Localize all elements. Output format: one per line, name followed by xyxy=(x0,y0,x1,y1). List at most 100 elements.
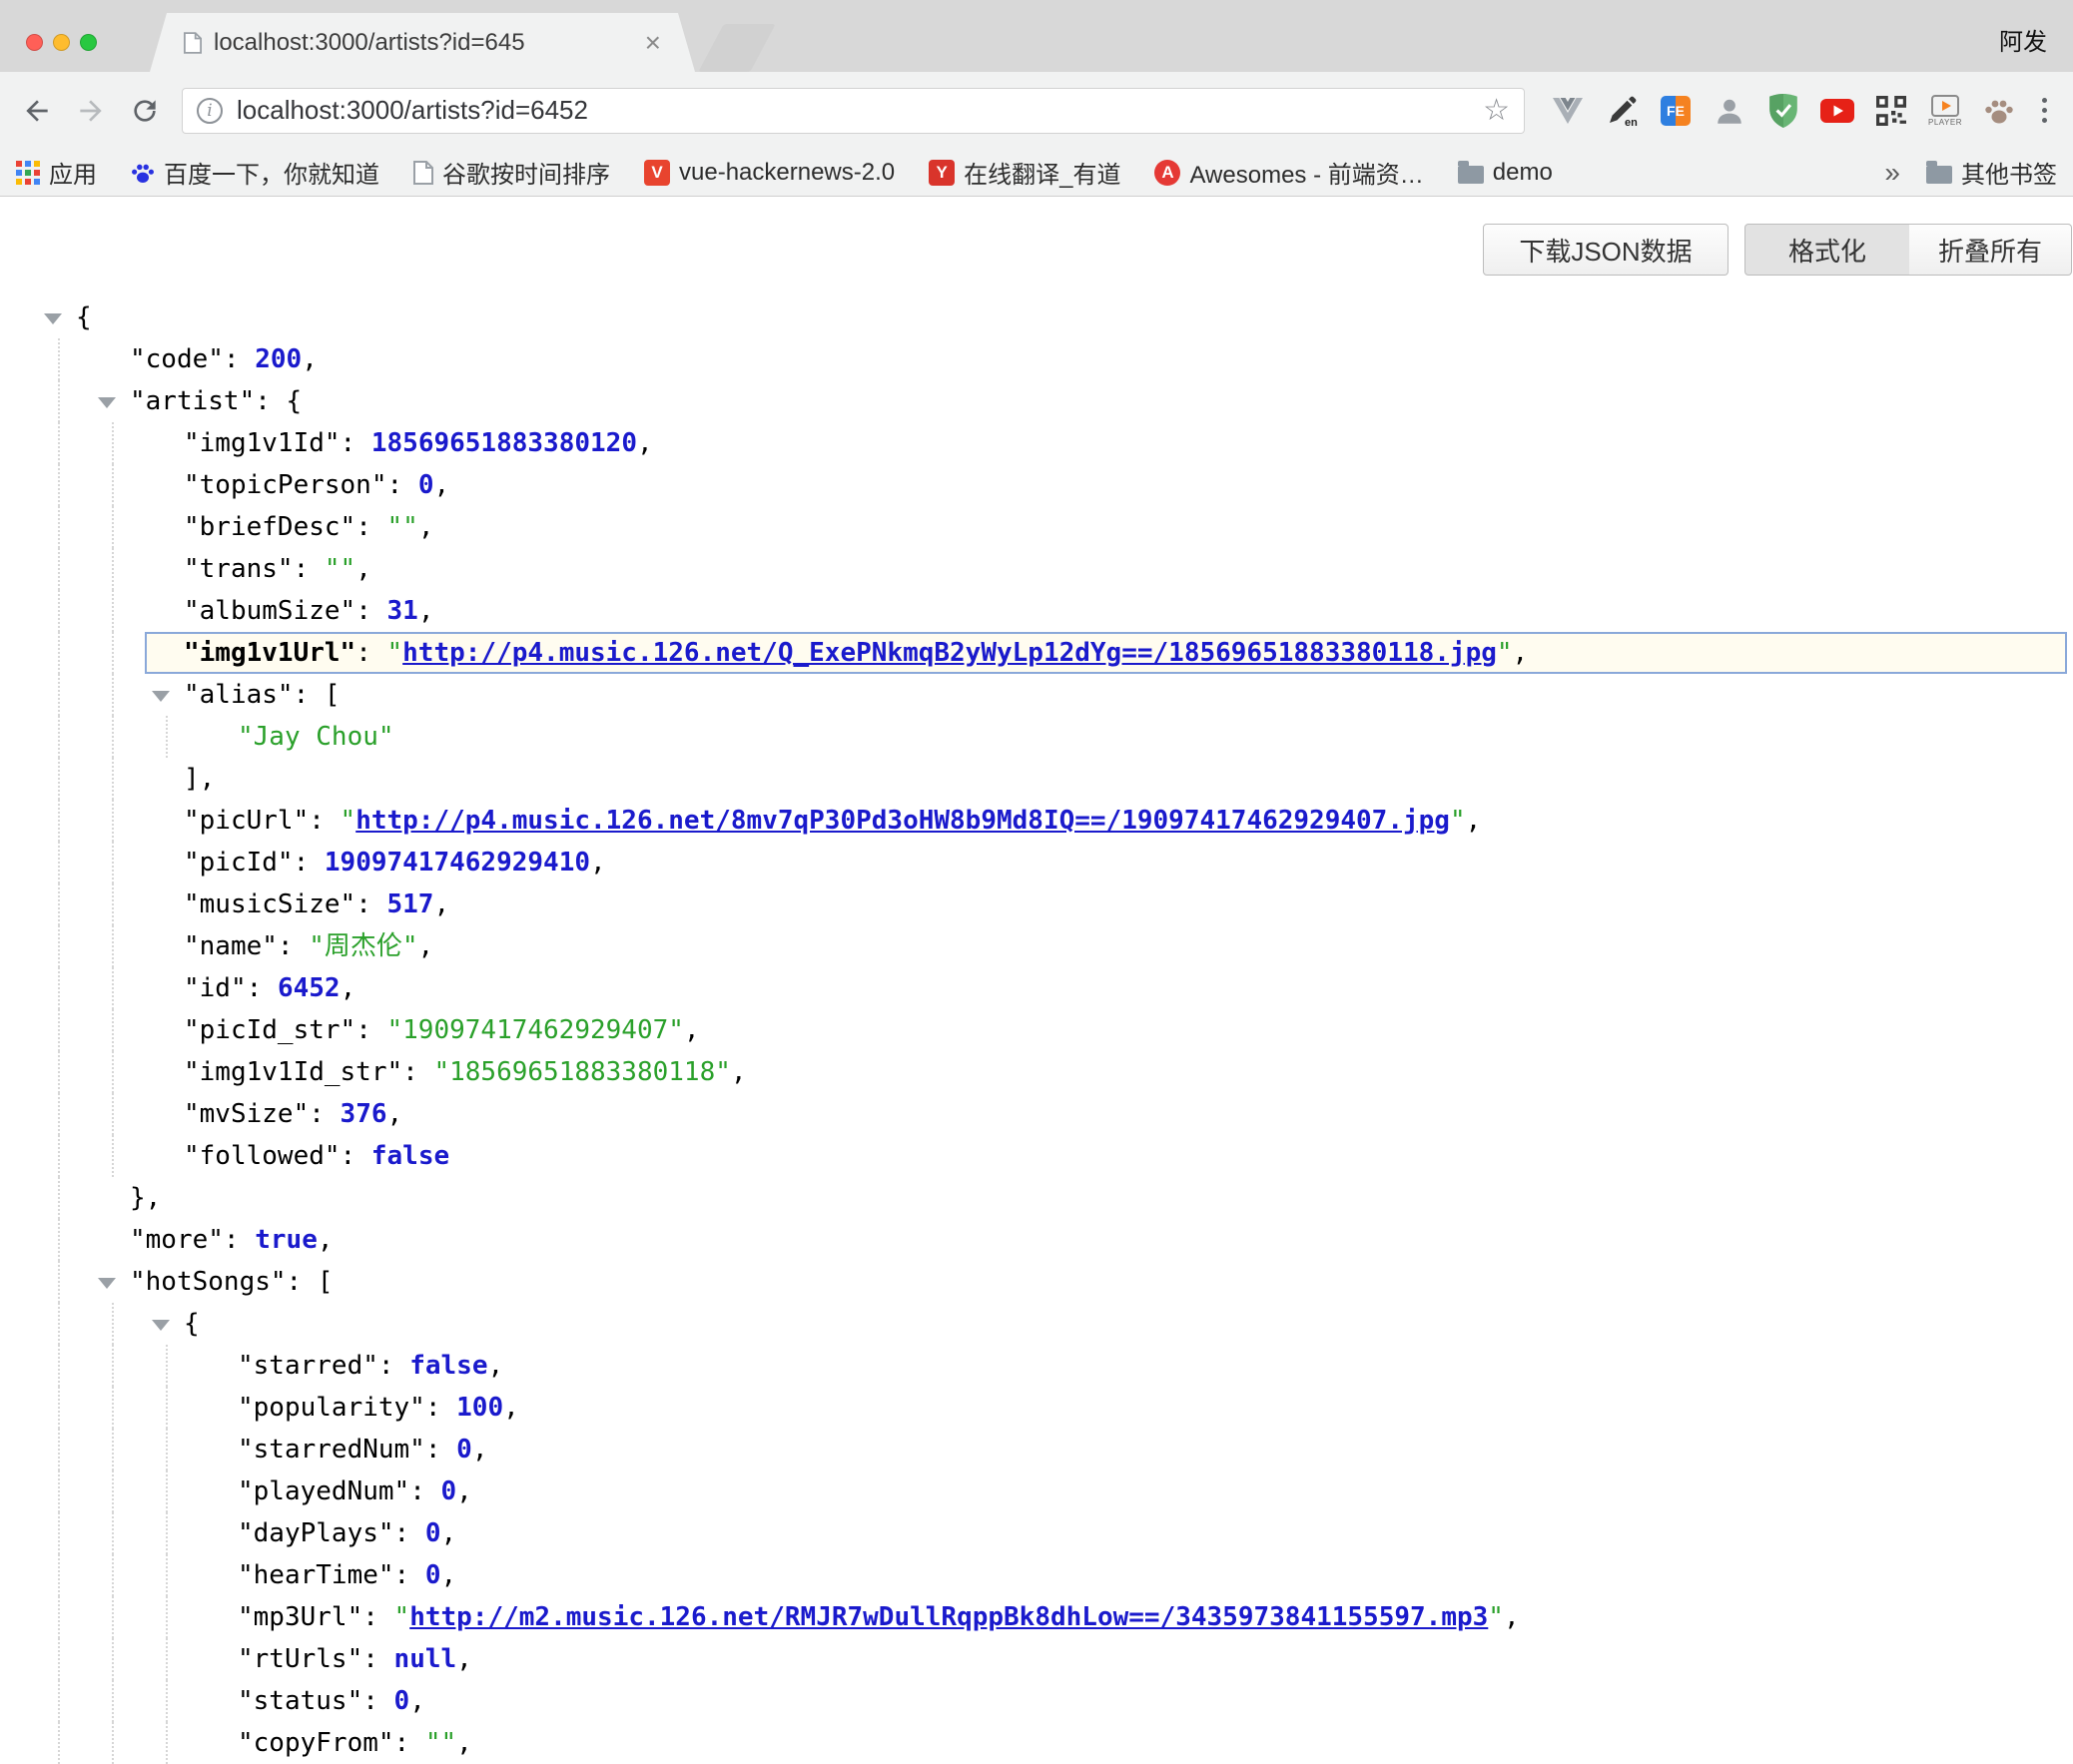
other-bookmarks-folder[interactable]: 其他书签 xyxy=(1926,155,2057,190)
bookmark-label: vue-hackernews-2.0 xyxy=(679,159,895,187)
translate-extension-icon[interactable]: en xyxy=(1603,91,1641,131)
collapse-arrow-icon[interactable] xyxy=(98,1278,116,1289)
bookmark-star-icon[interactable]: ☆ xyxy=(1483,96,1510,126)
reload-button[interactable] xyxy=(122,88,168,134)
json-token-key: "trans" xyxy=(184,554,294,584)
tree-guide-line xyxy=(112,716,114,758)
tab-close-icon[interactable]: × xyxy=(645,29,661,57)
json-token-p: , xyxy=(341,973,356,1003)
adguard-extension-icon[interactable] xyxy=(1764,91,1802,131)
tree-guide-line xyxy=(58,716,60,758)
json-token-str: " xyxy=(1488,1602,1504,1632)
collapse-arrow-icon[interactable] xyxy=(44,313,62,324)
json-token-p: : xyxy=(309,1099,340,1129)
json-line: "hotSongs": [ xyxy=(0,1261,2073,1303)
json-token-key: "dayPlays" xyxy=(238,1518,394,1548)
bookmark-item-baidu[interactable]: 百度一下，你就知道 xyxy=(131,155,379,190)
page-info-icon[interactable]: i xyxy=(197,98,223,124)
bookmark-label: Awesomes - 前端资… xyxy=(1189,155,1423,190)
bookmark-label: 应用 xyxy=(49,155,97,190)
paw-extension-icon[interactable] xyxy=(1980,91,2018,131)
json-token-str: "19097417462929407" xyxy=(387,1015,684,1045)
json-token-num: 376 xyxy=(341,1099,387,1129)
bookmark-label: 谷歌按时间排序 xyxy=(442,155,610,190)
json-token-num: 0 xyxy=(441,1476,457,1506)
json-token-str: "" xyxy=(387,512,418,542)
bookmark-item-demo[interactable]: demo xyxy=(1458,159,1553,187)
player-extension-icon[interactable]: PLAYER xyxy=(1926,91,1964,131)
url-text[interactable]: localhost:3000/artists?id=6452 xyxy=(237,95,1483,126)
tree-guide-line xyxy=(166,1512,168,1554)
bookmark-item-vue-hackernews[interactable]: V vue-hackernews-2.0 xyxy=(644,159,895,187)
format-button[interactable]: 格式化 xyxy=(1744,224,1910,276)
browser-menu-icon[interactable] xyxy=(2034,98,2055,123)
json-token-str: "" xyxy=(425,1728,456,1758)
collapse-arrow-icon[interactable] xyxy=(98,397,116,408)
json-token-p: : xyxy=(394,1518,425,1548)
json-token-p: , xyxy=(1513,638,1529,668)
tree-guide-line xyxy=(166,1638,168,1680)
tree-guide-line xyxy=(58,1429,60,1470)
tree-guide-line xyxy=(58,506,60,548)
json-token-key: "briefDesc" xyxy=(184,512,355,542)
tab-title: localhost:3000/artists?id=645 xyxy=(214,29,633,57)
download-json-button[interactable]: 下载JSON数据 xyxy=(1483,224,1728,276)
fehelper-extension-icon[interactable]: FE xyxy=(1657,91,1695,131)
tree-guide-line xyxy=(58,380,60,422)
json-url-link[interactable]: http://m2.music.126.net/RMJR7wDullRqppBk… xyxy=(409,1602,1488,1632)
json-token-p: , xyxy=(731,1057,747,1087)
tree-guide-line xyxy=(112,1135,114,1177)
tree-guide-line xyxy=(112,925,114,967)
qrcode-extension-icon[interactable] xyxy=(1872,91,1910,131)
forward-button[interactable] xyxy=(68,88,114,134)
json-token-bool: true xyxy=(255,1225,318,1255)
collapse-arrow-icon[interactable] xyxy=(152,1320,170,1331)
json-line: "id": 6452, xyxy=(0,967,2073,1009)
bookmark-item-awesomes[interactable]: A Awesomes - 前端资… xyxy=(1154,155,1423,190)
json-token-p: : xyxy=(355,638,386,668)
tree-guide-line xyxy=(58,1554,60,1596)
json-line: "artist": { xyxy=(0,380,2073,422)
json-token-p: : xyxy=(362,1644,393,1674)
tree-guide-line xyxy=(166,1429,168,1470)
json-line: "starredNum": 0, xyxy=(0,1429,2073,1470)
new-tab-button[interactable] xyxy=(698,24,776,72)
zoom-window-button[interactable] xyxy=(80,34,97,51)
json-token-num: 0 xyxy=(425,1518,441,1548)
tree-guide-line xyxy=(58,1303,60,1345)
window-controls xyxy=(26,34,97,51)
json-token-p: { xyxy=(76,302,92,332)
browser-window: localhost:3000/artists?id=645 × 阿发 i loc… xyxy=(0,0,2073,1751)
json-url-link[interactable]: http://p4.music.126.net/Q_ExePNkmqB2yWyL… xyxy=(402,638,1497,668)
json-line: "Jay Chou" xyxy=(0,716,2073,758)
json-token-key: "rtUrls" xyxy=(238,1644,362,1674)
tree-guide-line xyxy=(58,967,60,1009)
bookmark-item-google-sort[interactable]: 谷歌按时间排序 xyxy=(413,155,610,190)
minimize-window-button[interactable] xyxy=(53,34,70,51)
bookmarks-right-group: » 其他书签 xyxy=(1884,155,2057,190)
profile-extension-icon[interactable] xyxy=(1711,91,1748,131)
bookmarks-overflow-chevron[interactable]: » xyxy=(1884,159,1900,187)
json-url-link[interactable]: http://p4.music.126.net/8mv7qP30Pd3oHW8b… xyxy=(355,806,1450,836)
tree-guide-line xyxy=(58,800,60,842)
tree-guide-line xyxy=(166,1680,168,1722)
youtube-extension-icon[interactable] xyxy=(1818,91,1856,131)
collapse-all-button[interactable]: 折叠所有 xyxy=(1909,224,2072,276)
bookmark-item-apps[interactable]: 应用 xyxy=(16,155,97,190)
bookmark-item-youdao[interactable]: Y 在线翻译_有道 xyxy=(929,155,1120,190)
tree-guide-line xyxy=(58,422,60,464)
back-button[interactable] xyxy=(14,88,60,134)
json-token-p: : xyxy=(294,848,325,878)
close-window-button[interactable] xyxy=(26,34,43,51)
collapse-arrow-icon[interactable] xyxy=(152,691,170,702)
browser-tab[interactable]: localhost:3000/artists?id=645 × xyxy=(150,13,695,72)
fe-badge: FE xyxy=(1661,96,1691,126)
json-token-num: 100 xyxy=(456,1393,503,1423)
address-bar[interactable]: i localhost:3000/artists?id=6452 ☆ xyxy=(182,88,1525,134)
json-line: "more": true, xyxy=(0,1219,2073,1261)
json-line: "status": 0, xyxy=(0,1680,2073,1722)
json-token-key: "mp3Url" xyxy=(238,1602,362,1632)
tree-guide-line xyxy=(112,1596,114,1638)
json-token-num: 0 xyxy=(425,1560,441,1590)
vue-devtools-extension-icon[interactable] xyxy=(1549,91,1587,131)
